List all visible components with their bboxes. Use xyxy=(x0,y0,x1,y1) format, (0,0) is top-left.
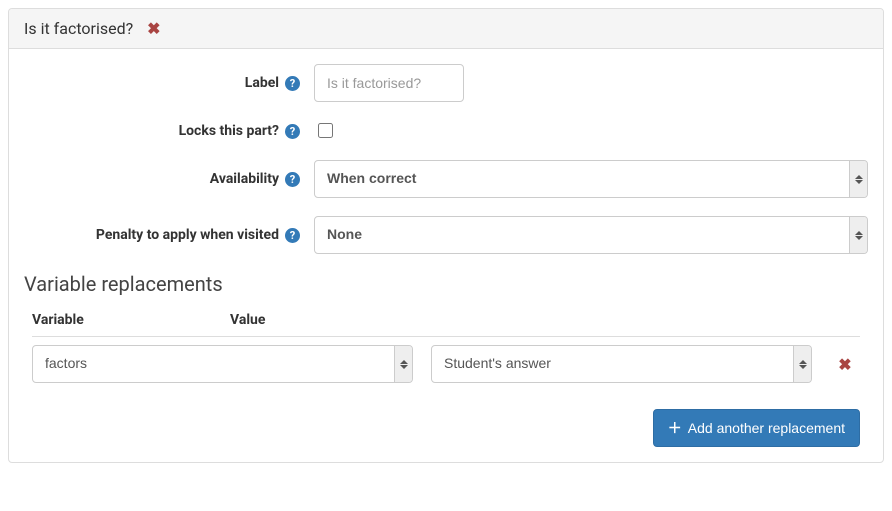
row-label: Label ? xyxy=(24,64,868,102)
delete-step-icon[interactable]: ✖ xyxy=(147,19,160,38)
replacement-value-select[interactable]: Student's answer xyxy=(431,345,812,383)
availability-select[interactable]: When correct xyxy=(314,160,868,198)
replacements-section: Variable Value factors Student's answer xyxy=(24,304,868,391)
replacement-row: factors Student's answer ✖ xyxy=(32,337,860,391)
replacements-header-row: Variable Value xyxy=(32,304,860,337)
row-locks: Locks this part? ? xyxy=(24,120,868,142)
replacements-heading: Variable replacements xyxy=(24,272,868,296)
locks-checkbox[interactable] xyxy=(318,123,333,138)
availability-field: When correct xyxy=(314,160,868,198)
penalty-field: None xyxy=(314,216,868,254)
label-label-text: Label xyxy=(245,75,279,91)
step-panel: Is it factorised? ✖ Label ? Locks this p… xyxy=(8,8,884,463)
availability-label: Availability ? xyxy=(24,171,314,187)
replacement-variable-select[interactable]: factors xyxy=(32,345,413,383)
plus-icon: ＋ xyxy=(668,418,682,438)
col-header-value: Value xyxy=(230,312,812,328)
panel-title: Is it factorised? xyxy=(24,19,133,38)
add-replacement-button[interactable]: ＋ Add another replacement xyxy=(653,409,860,447)
help-icon[interactable]: ? xyxy=(285,76,300,91)
locks-label: Locks this part? ? xyxy=(24,123,314,139)
locks-field xyxy=(314,120,868,142)
row-penalty: Penalty to apply when visited ? None xyxy=(24,216,868,254)
penalty-select[interactable]: None xyxy=(314,216,868,254)
label-input[interactable] xyxy=(314,64,464,102)
replacement-value-field: Student's answer xyxy=(431,345,812,383)
row-availability: Availability ? When correct xyxy=(24,160,868,198)
col-header-variable: Variable xyxy=(32,312,212,328)
help-icon[interactable]: ? xyxy=(285,228,300,243)
add-replacement-label: Add another replacement xyxy=(688,420,845,436)
replacement-actions: ✖ xyxy=(830,355,860,374)
delete-replacement-icon[interactable]: ✖ xyxy=(838,355,851,374)
availability-label-text: Availability xyxy=(210,171,279,187)
penalty-label-text: Penalty to apply when visited xyxy=(96,227,279,243)
help-icon[interactable]: ? xyxy=(285,124,300,139)
locks-label-text: Locks this part? xyxy=(179,123,279,139)
label-field xyxy=(314,64,868,102)
help-icon[interactable]: ? xyxy=(285,172,300,187)
panel-body: Label ? Locks this part? ? Availability … xyxy=(9,49,883,462)
panel-heading: Is it factorised? ✖ xyxy=(9,9,883,49)
label-label: Label ? xyxy=(24,75,314,91)
penalty-label: Penalty to apply when visited ? xyxy=(24,227,314,243)
actions-bar: ＋ Add another replacement xyxy=(24,409,868,447)
replacement-variable-field: factors xyxy=(32,345,413,383)
